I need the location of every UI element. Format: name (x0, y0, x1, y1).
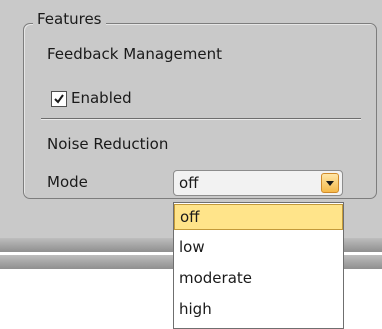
mode-option-high[interactable]: high (174, 297, 343, 323)
enabled-label[interactable]: Enabled (71, 88, 132, 108)
section-divider (41, 118, 361, 120)
feedback-management-label: Feedback Management (47, 45, 223, 63)
mode-select[interactable]: off (173, 170, 343, 196)
mode-option-off[interactable]: off (174, 204, 343, 230)
chevron-down-icon[interactable] (321, 173, 339, 193)
mode-label: Mode (47, 173, 88, 191)
groupbox-legend: Features (33, 9, 106, 29)
checkmark-icon (54, 94, 64, 104)
mode-select-value: off (179, 174, 199, 192)
enabled-checkbox[interactable] (51, 91, 67, 107)
mode-option-moderate[interactable]: moderate (174, 266, 343, 292)
mode-dropdown-list: off low moderate high (173, 202, 344, 329)
mode-option-low[interactable]: low (174, 235, 343, 261)
noise-reduction-label: Noise Reduction (47, 135, 169, 153)
